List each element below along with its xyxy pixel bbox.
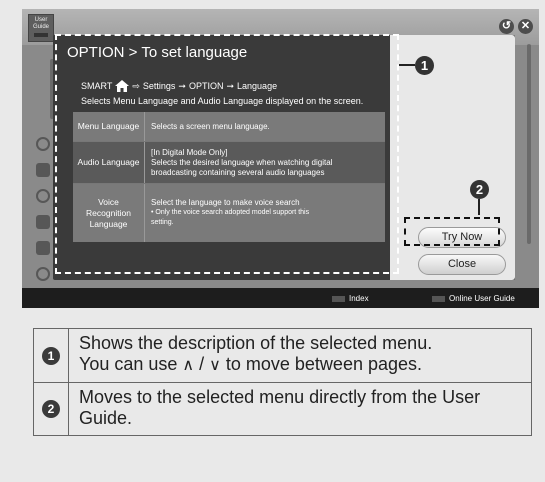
legend-fragment: / — [194, 354, 210, 374]
callout-outline-1 — [55, 34, 399, 274]
top-icons: ↺ ✕ — [499, 19, 533, 34]
logo-line1: User — [34, 17, 48, 23]
callout-outline-2 — [404, 217, 500, 246]
online-guide-hint[interactable]: Online User Guide — [432, 294, 515, 303]
down-arrow-icon: ∨ — [209, 357, 221, 374]
screen-icon — [36, 215, 50, 229]
logo-line2: Guide — [32, 24, 49, 30]
legend-table: 1 Shows the description of the selected … — [33, 328, 532, 436]
red-key-icon — [332, 295, 345, 302]
device-icon — [36, 241, 50, 255]
green-key-icon — [432, 295, 445, 302]
picture-icon — [36, 163, 50, 177]
bottom-bar: Index Online User Guide — [22, 288, 539, 308]
legend-row: 2 Moves to the selected menu directly fr… — [34, 383, 531, 435]
legend-fragment: to move between pages. — [220, 354, 423, 374]
close-icon[interactable]: ✕ — [518, 19, 533, 34]
legend-number: 1 — [34, 329, 69, 382]
legend-text: Shows the description of the selected me… — [69, 329, 531, 382]
callout-leader-1 — [399, 64, 415, 66]
index-label: Index — [349, 294, 369, 303]
index-hint[interactable]: Index — [332, 294, 369, 303]
close-button[interactable]: Close — [418, 254, 506, 275]
callout-leader-2 — [478, 199, 480, 215]
logo-bar — [34, 33, 48, 37]
info-icon — [36, 267, 50, 281]
legend-number: 2 — [34, 383, 69, 435]
legend-line: Shows the description of the selected me… — [79, 333, 433, 353]
legend-marker: 2 — [42, 400, 60, 418]
back-icon[interactable]: ↺ — [499, 19, 514, 34]
network-icon — [36, 189, 50, 203]
legend-fragment: You can use — [79, 354, 183, 374]
up-arrow-icon: ∧ — [182, 357, 195, 374]
callout-marker-1: 1 — [415, 56, 434, 75]
legend-text: Moves to the selected menu directly from… — [79, 387, 481, 428]
user-guide-logo: User Guide — [28, 14, 54, 42]
online-guide-label: Online User Guide — [449, 294, 515, 303]
legend-marker: 1 — [42, 346, 60, 365]
legend-row: 1 Shows the description of the selected … — [34, 329, 531, 383]
callout-marker-2: 2 — [470, 180, 489, 199]
right-scroll-rail — [527, 44, 531, 244]
settings-icon — [36, 137, 50, 151]
legend-line: You can use ∧ / ∨ to move between pages. — [79, 354, 521, 376]
